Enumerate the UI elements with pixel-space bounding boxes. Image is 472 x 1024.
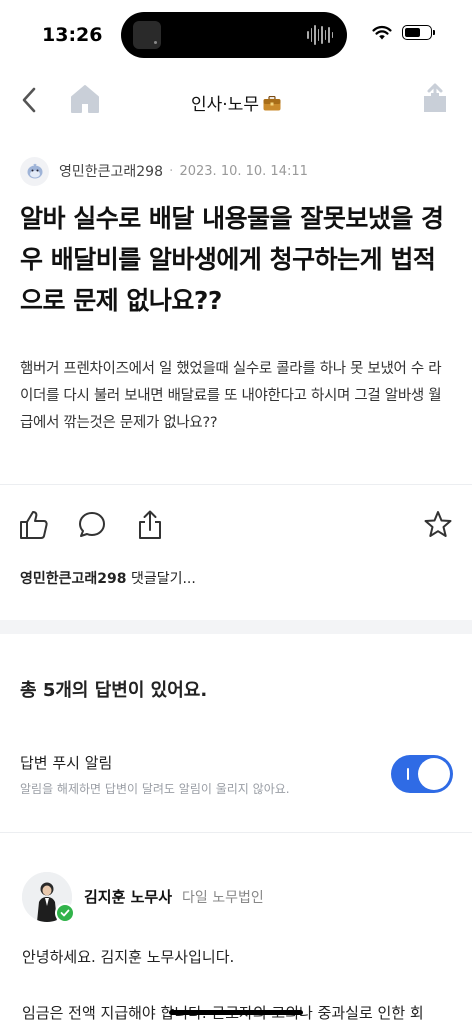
answer-header: 김지훈 노무사 다일 노무법인 <box>22 872 452 924</box>
toggle-on-indicator <box>407 768 409 780</box>
status-bar: 13:26 <box>0 0 472 72</box>
toggle-knob <box>418 758 450 790</box>
divider <box>0 832 472 833</box>
push-label: 답변 푸시 알림 <box>20 754 113 772</box>
comment-user: 영민한큰고래298 <box>20 571 127 587</box>
star-icon[interactable] <box>422 508 454 542</box>
page-title-text: 인사·노무 <box>191 95 259 115</box>
section-gap <box>0 620 472 634</box>
battery-icon <box>402 25 435 40</box>
post-body: 햄버거 프렌차이즈에서 일 했었을때 실수로 콜라를 하나 못 보냈어 수 라이… <box>20 361 442 431</box>
post-author-row: 영민한큰고래298 · 2023. 10. 10. 14:11 <box>20 156 452 186</box>
page-title: 인사·노무 <box>0 90 472 115</box>
push-toggle[interactable] <box>391 755 453 793</box>
dynamic-island <box>121 12 347 58</box>
answers-count: 총 5개의 답변이 있어요. <box>20 680 208 701</box>
share-icon[interactable] <box>420 82 450 116</box>
now-playing-artwork-icon <box>133 21 161 49</box>
comment-prompt[interactable]: 영민한큰고래298 댓글달기... <box>20 568 196 588</box>
status-indicators <box>372 25 435 40</box>
answer-greeting: 안녕하세요. 김지훈 노무사입니다. <box>22 948 235 966</box>
comment-placeholder: 댓글달기... <box>126 571 196 587</box>
meta-separator: · <box>169 163 174 179</box>
briefcase-icon <box>263 95 281 111</box>
home-indicator[interactable] <box>169 1010 303 1015</box>
push-description: 알림을 해제하면 답변이 달려도 알림이 울리지 않아요. <box>20 782 290 796</box>
divider <box>0 484 472 485</box>
whale-avatar-icon <box>27 163 42 179</box>
post-title: 알바 실수로 배달 내용물을 잘못보냈을 경우 배달비를 알바생에게 청구하는게… <box>20 204 444 315</box>
status-time: 13:26 <box>42 24 103 46</box>
like-icon[interactable] <box>18 508 50 542</box>
audio-waveform-icon <box>307 24 333 46</box>
nav-bar: 인사·노무 <box>0 72 472 128</box>
author-avatar[interactable] <box>20 156 49 186</box>
comment-icon[interactable] <box>76 508 108 542</box>
post-actions <box>18 508 454 548</box>
verified-badge-icon <box>55 903 75 923</box>
wifi-icon <box>372 25 392 40</box>
answerer-name[interactable]: 김지훈 노무사 <box>84 886 172 907</box>
share-icon[interactable] <box>134 508 166 542</box>
answerer-org: 다일 노무법인 <box>182 890 264 906</box>
post-date: 2023. 10. 10. 14:11 <box>179 163 308 179</box>
author-name[interactable]: 영민한큰고래298 <box>59 161 163 181</box>
